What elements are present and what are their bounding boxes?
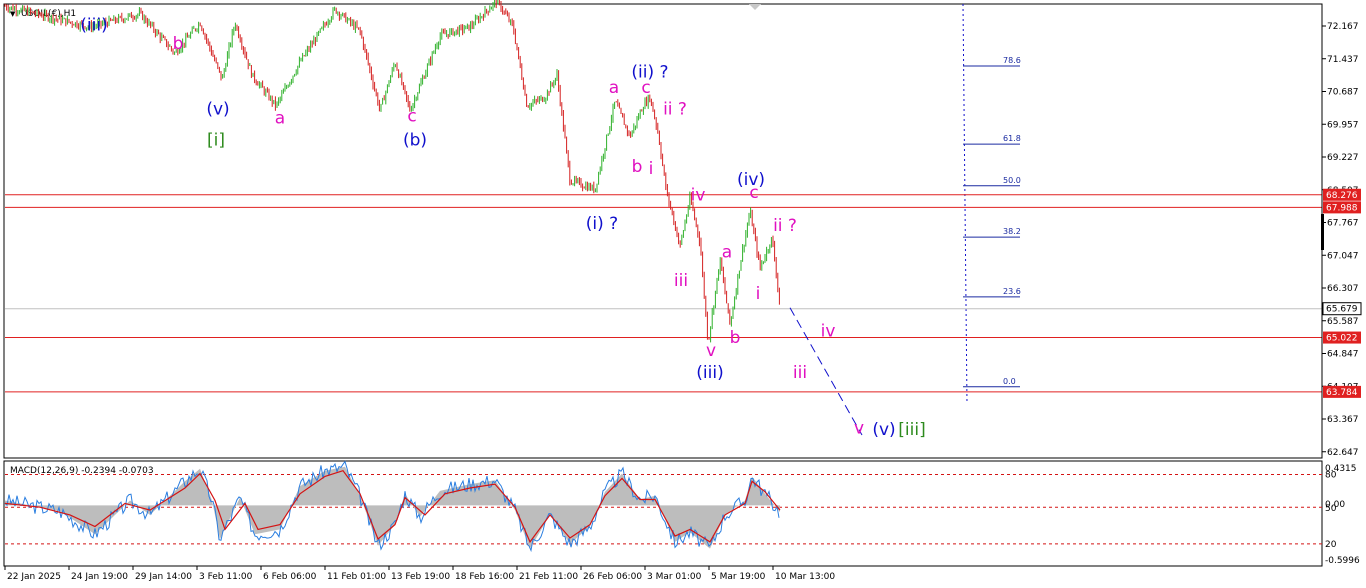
time-tick: 13 Feb 19:00 <box>391 572 450 582</box>
time-tick: 18 Feb 16:00 <box>455 572 514 582</box>
wave-label: [i] <box>207 130 225 150</box>
price-tick: 72.167 <box>1327 22 1359 32</box>
symbol-caret-icon[interactable]: ▼ <box>10 10 16 18</box>
wave-label: [iii] <box>898 420 925 440</box>
wave-label: (b) <box>403 130 427 150</box>
time-tick: 22 Jan 2025 <box>7 572 61 582</box>
price-tick: 67.767 <box>1327 219 1359 229</box>
time-tick: 29 Jan 14:00 <box>135 572 192 582</box>
fib-level-label: 50.0 <box>1003 176 1021 185</box>
wave-label: b <box>632 157 643 177</box>
wave-label: ii ? <box>663 100 687 120</box>
fib-level-label: 23.6 <box>1003 287 1021 296</box>
price-tick: 70.687 <box>1327 88 1359 98</box>
scale-handle[interactable] <box>1321 214 1324 250</box>
wave-label: iii <box>674 271 688 291</box>
wave-label: c <box>641 78 650 98</box>
wave-label: ii ? <box>773 216 797 236</box>
time-tick: 3 Mar 01:00 <box>647 572 702 582</box>
time-tick: 6 Feb 06:00 <box>263 572 317 582</box>
time-tick: 3 Feb 11:00 <box>199 572 253 582</box>
wave-label: iv <box>691 185 706 205</box>
time-tick: 5 Mar 19:00 <box>711 572 766 582</box>
wave-label: (v) <box>206 100 229 120</box>
macd-tick: 0.00 <box>1325 500 1345 510</box>
wave-label: i <box>756 284 761 304</box>
price-tick: 62.647 <box>1327 448 1359 458</box>
level-tag-text: 68.276 <box>1326 191 1358 201</box>
level-tag-text: 63.784 <box>1326 388 1358 398</box>
time-tick: 10 Mar 13:00 <box>775 572 835 582</box>
time-tick: 24 Jan 19:00 <box>71 572 128 582</box>
price-panel[interactable]: ▼ USOIL(€),H1 78.661.850.038.223.60.0 (i… <box>3 0 1323 459</box>
time-tick: 11 Feb 01:00 <box>327 572 386 582</box>
wave-label: (v) <box>872 420 895 440</box>
price-tick: 66.307 <box>1327 284 1359 294</box>
wave-label: (iii) <box>696 363 723 383</box>
wave-label: c <box>749 183 758 203</box>
macd-tick: 20 <box>1325 540 1337 550</box>
wave-label: (i) ? <box>586 214 618 234</box>
fib-level-label: 0.0 <box>1003 377 1016 386</box>
wave-label: iv <box>821 321 836 341</box>
wave-label: b <box>730 328 741 348</box>
price-tick: 65.587 <box>1327 317 1359 327</box>
fib-level-label: 78.6 <box>1003 56 1021 65</box>
wave-label: i <box>649 159 654 179</box>
wave-label: a <box>275 108 285 128</box>
wave-label: a <box>722 242 732 262</box>
fib-level-label: 38.2 <box>1003 227 1021 236</box>
time-tick: 21 Feb 11:00 <box>519 572 578 582</box>
wave-label: a <box>609 78 619 98</box>
macd-panel[interactable]: MACD(12,26,9) -0.2394 -0.0703 0.43158050… <box>3 460 1360 567</box>
wave-label: (iii) <box>80 15 107 35</box>
macd-label: MACD(12,26,9) -0.2394 -0.0703 <box>10 466 154 476</box>
price-tick: 69.957 <box>1327 120 1359 130</box>
wave-label: b <box>173 34 184 54</box>
fib-level-label: 61.8 <box>1003 134 1021 143</box>
price-tick: 67.047 <box>1327 251 1359 261</box>
wave-label: iii <box>793 363 807 383</box>
time-tick: 26 Feb 06:00 <box>583 572 642 582</box>
price-tick: 64.847 <box>1327 350 1359 360</box>
level-tag-text: 67.988 <box>1326 203 1358 213</box>
level-tag-text: 65.022 <box>1326 334 1358 344</box>
macd-tick: -0.5996 <box>1325 556 1360 566</box>
wave-label: v <box>854 419 864 439</box>
price-tick: 71.437 <box>1327 55 1359 65</box>
current-price-text: 65.679 <box>1326 305 1358 315</box>
wave-label: v <box>706 341 716 361</box>
price-tick: 63.367 <box>1327 415 1359 425</box>
macd-tick: 80 <box>1325 471 1337 481</box>
wave-label: c <box>407 106 416 126</box>
price-tick: 69.227 <box>1327 153 1359 163</box>
chart-canvas[interactable]: ▼ USOIL(€),H1 78.661.850.038.223.60.0 (i… <box>0 0 1366 588</box>
